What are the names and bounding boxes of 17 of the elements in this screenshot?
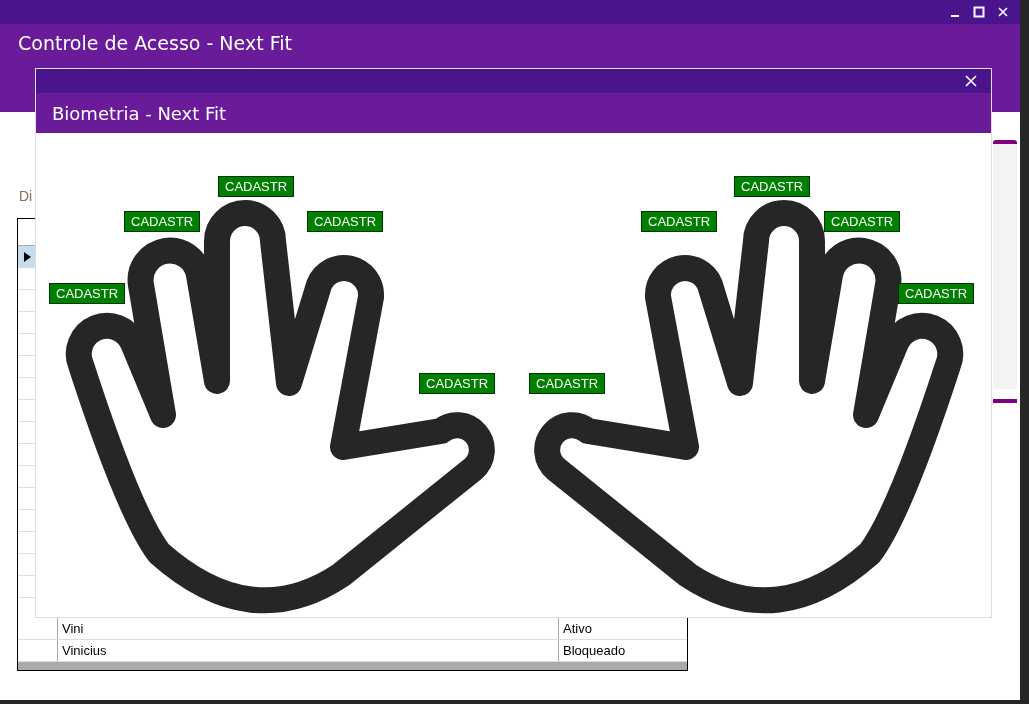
table-cell: Bloqueado [563,643,626,658]
section-label: Di [19,188,34,206]
table-cell: Vinicius [62,643,107,658]
table-cell: Ativo [563,621,592,636]
register-button[interactable]: CADASTR [218,176,295,197]
register-button[interactable]: CADASTR [734,176,811,197]
table-cell: Vini [62,621,84,636]
register-button[interactable]: CADASTR [898,283,975,304]
register-button[interactable]: CADASTR [419,373,496,394]
window-title: Controle de Acesso - Next Fit [18,32,292,54]
dialog-title: Biometria - Next Fit [52,102,227,124]
register-button[interactable]: CADASTR [529,373,606,394]
register-button[interactable]: CADASTR [49,283,126,304]
register-button[interactable]: CADASTR [307,211,384,232]
register-button[interactable]: CADASTR [124,211,201,232]
register-button[interactable]: CADASTR [824,211,901,232]
register-button[interactable]: CADASTR [641,211,718,232]
